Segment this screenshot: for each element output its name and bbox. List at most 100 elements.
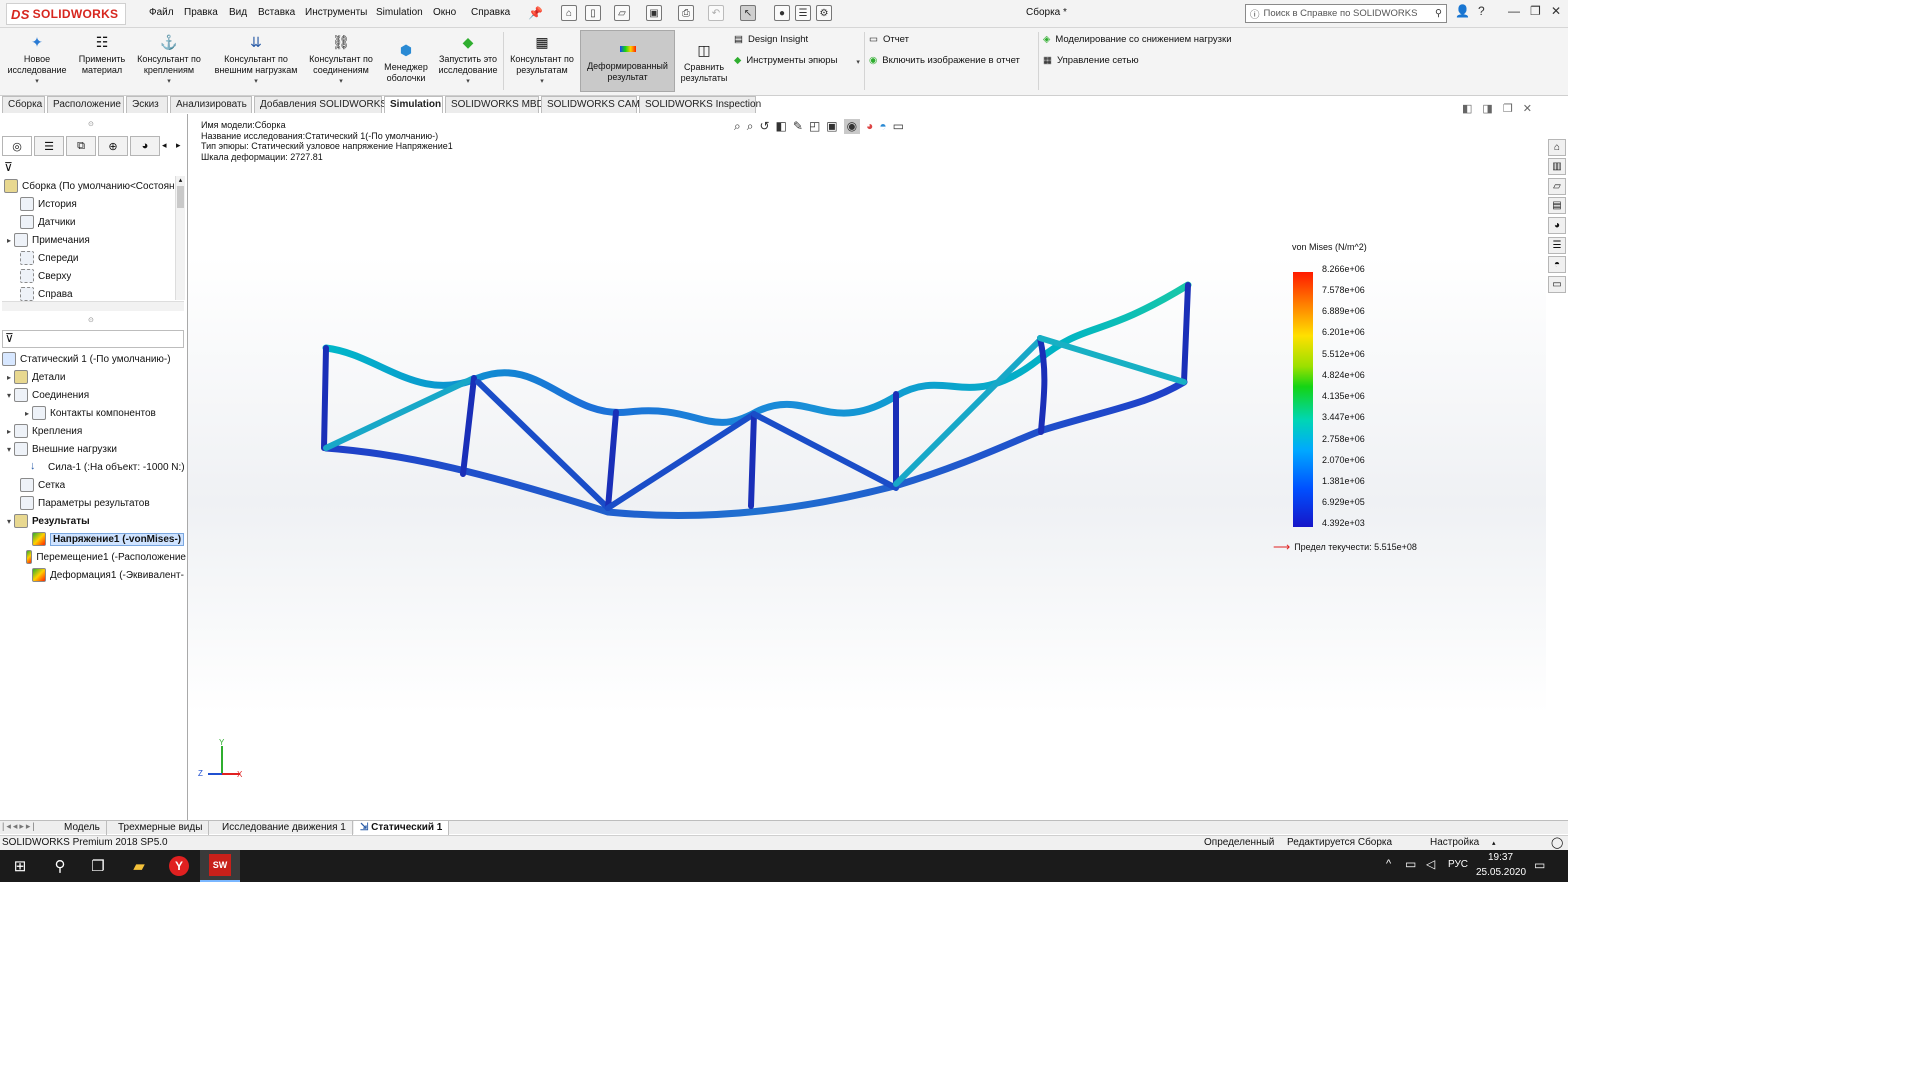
tab-assembly[interactable]: Сборка — [2, 96, 45, 113]
tree-sim-parts[interactable]: ▸ Детали — [4, 368, 65, 386]
rebuild-traffic-light-icon[interactable]: ● — [774, 5, 790, 21]
menu-window[interactable]: Окно — [433, 7, 456, 18]
file-properties-icon[interactable]: ☰ — [795, 5, 811, 21]
display-manager-tab-icon[interactable]: ◕ — [130, 136, 160, 156]
save-icon[interactable]: ▣ — [646, 5, 662, 21]
submodeling-button[interactable]: ◈ Моделирование со снижением нагрузки — [1043, 34, 1232, 45]
filter-icon[interactable]: ⊽ — [4, 160, 13, 174]
help-balloon-icon[interactable]: ◯ — [1551, 836, 1563, 849]
solidworks-logo[interactable]: DS SOLIDWORKS — [6, 3, 126, 25]
include-image-in-report-button[interactable]: ◉ Включить изображение в отчет — [869, 55, 1020, 66]
tree-sim-displacement1[interactable]: Перемещение1 (-Расположение — [22, 548, 186, 566]
configurationmanager-tab-icon[interactable]: ⧉ — [66, 136, 96, 156]
tree-sim-component-contacts[interactable]: ▸ Контакты компонентов — [22, 404, 156, 422]
dropdown-arrow-icon[interactable]: ▾ — [254, 77, 258, 88]
tab-scroll-right-icon[interactable]: ▸ — [176, 140, 181, 151]
collapse-arrow-icon[interactable]: ▾ — [4, 391, 14, 400]
task-view-icon[interactable]: ❐ — [78, 850, 118, 882]
design-library-icon[interactable]: ▥ — [1548, 158, 1566, 175]
tab-solidworks-inspection[interactable]: SOLIDWORKS Inspection — [639, 96, 761, 113]
tree-vertical-scrollbar[interactable]: ▴ — [175, 176, 185, 300]
clock-time[interactable]: 19:37 — [1488, 852, 1513, 863]
solidworks-taskbar-icon[interactable]: SW — [200, 850, 240, 882]
tree-sim-mesh[interactable]: Сетка — [10, 476, 65, 494]
tree-root-assembly[interactable]: Сборка (По умолчанию<Состоян — [0, 177, 176, 195]
apply-material-button[interactable]: ☷ Применить материал — [74, 32, 130, 75]
open-file-icon[interactable]: ▱ — [614, 5, 630, 21]
tree-sim-external-loads[interactable]: ▾ Внешние нагрузки — [4, 440, 117, 458]
options-gear-icon[interactable]: ⚙ — [816, 5, 832, 21]
menu-simulation[interactable]: Simulation — [376, 7, 423, 18]
minimize-icon[interactable]: — — [1508, 4, 1520, 18]
search-icon[interactable]: ⚲ — [40, 850, 80, 882]
tab-solidworks-mbd[interactable]: SOLIDWORKS MBD — [445, 96, 544, 113]
compare-results-button[interactable]: ◫ Сравнить результаты — [678, 40, 730, 83]
fixtures-advisor-button[interactable]: ⚓ Консультант по креплениям ▾ — [132, 32, 206, 88]
select-cursor-icon[interactable]: ↖ — [740, 5, 756, 21]
menu-insert[interactable]: Вставка — [258, 7, 295, 18]
dropdown-arrow-icon[interactable]: ▾ — [35, 77, 39, 88]
tab-scroll-left-icon[interactable]: ◂ — [162, 140, 167, 151]
pin-icon[interactable]: 📌 — [528, 6, 543, 20]
windows-start-icon[interactable]: ⊞ — [0, 850, 40, 882]
tab-solidworks-cam[interactable]: SOLIDWORKS CAM — [541, 96, 640, 113]
tree-sim-fixtures[interactable]: ▸ Крепления — [4, 422, 82, 440]
new-document-icon[interactable]: ▯ — [585, 5, 601, 21]
tree-sim-force-1[interactable]: ↓ Сила-1 (:На объект: -1000 N:) — [30, 458, 186, 476]
menu-tools[interactable]: Инструменты — [305, 7, 367, 18]
menu-view[interactable]: Вид — [229, 7, 247, 18]
feedback-icon[interactable]: ▭ — [1548, 276, 1566, 293]
dropdown-arrow-icon[interactable]: ▾ — [339, 77, 343, 88]
user-account-icon[interactable]: 👤 — [1455, 4, 1470, 18]
solidworks-resources-icon[interactable]: ⌂ — [1548, 139, 1566, 156]
menu-edit[interactable]: Правка — [184, 7, 218, 18]
tab-3d-views[interactable]: Трехмерные виды — [112, 821, 210, 835]
solidworks-forum-icon[interactable]: ◓ — [1548, 256, 1566, 273]
restore-window-icon[interactable]: ❐ — [1530, 4, 1541, 18]
collapse-arrow-icon[interactable]: ▾ — [4, 517, 14, 526]
tree-sim-results[interactable]: ▾ Результаты — [4, 512, 90, 530]
appearances-icon[interactable]: ◕ — [1548, 217, 1566, 234]
design-insight-button[interactable]: ▤ Design Insight — [734, 34, 808, 45]
menu-help[interactable]: Справка — [471, 7, 510, 18]
tree-item-front-plane[interactable]: Спереди — [10, 249, 79, 267]
view-palette-icon[interactable]: ▤ — [1548, 197, 1566, 214]
yandex-browser-icon[interactable]: Y — [159, 850, 199, 882]
input-language-label[interactable]: РУС — [1448, 859, 1468, 870]
tab-model[interactable]: Модель — [58, 821, 107, 835]
tray-overflow-icon[interactable]: ^ — [1386, 858, 1391, 870]
featuremanager-tab-icon[interactable]: ◎ — [2, 136, 32, 156]
print-icon[interactable]: ⎙ — [678, 5, 694, 21]
network-icon[interactable]: ▭ — [1405, 857, 1416, 871]
tab-simulation[interactable]: Simulation — [384, 96, 443, 113]
new-study-button[interactable]: ✦ Новое исследование ▾ — [4, 32, 70, 88]
tab-motion-study[interactable]: Исследование движения 1 — [216, 821, 353, 835]
tree-sim-result-options[interactable]: Параметры результатов — [10, 494, 150, 512]
tab-solidworks-addins[interactable]: Добавления SOLIDWORKS — [254, 96, 387, 113]
truss-stress-plot[interactable] — [188, 114, 1546, 820]
tree-item-top-plane[interactable]: Сверху — [10, 267, 71, 285]
shell-manager-button[interactable]: ⬢ Менеджер оболочки — [380, 40, 432, 83]
deformed-result-button[interactable]: Деформированный результат — [580, 30, 675, 92]
tree-sim-stress1[interactable]: Напряжение1 (-vonMises-) — [22, 530, 186, 548]
help-search-input[interactable]: ⓘ Поиск в Справке по SOLIDWORKS ⚲ — [1245, 4, 1447, 23]
mesh-control-button[interactable]: ▦ Управление сетью — [1043, 55, 1139, 66]
tree-sim-study[interactable]: Статический 1 (-По умолчанию-) — [2, 350, 171, 368]
tree-item-sensors[interactable]: Датчики — [10, 213, 75, 231]
home-icon[interactable]: ⌂ — [561, 5, 577, 21]
close-window-icon[interactable]: ✕ — [1551, 4, 1561, 18]
help-question-icon[interactable]: ? — [1478, 4, 1485, 18]
tab-evaluate[interactable]: Анализировать — [170, 96, 252, 113]
expand-arrow-icon[interactable]: ▸ — [4, 236, 14, 245]
sim-filter-icon[interactable]: ⊽ — [2, 330, 184, 348]
expand-arrow-icon[interactable]: ▸ — [22, 409, 32, 418]
dropdown-arrow-icon[interactable]: ▾ — [856, 58, 860, 66]
expand-arrow-icon[interactable]: ▸ — [4, 373, 14, 382]
panel-splitter-handle[interactable]: ⊙ — [88, 120, 94, 128]
undo-icon[interactable]: ↶ — [708, 5, 724, 21]
plot-tools-button[interactable]: ◆ Инструменты эпюры ▾ — [734, 55, 860, 66]
notifications-icon[interactable]: ▭ — [1534, 858, 1545, 872]
panel-splitter-handle[interactable]: ⊙ — [88, 316, 94, 324]
tree-sim-connections[interactable]: ▾ Соединения — [4, 386, 89, 404]
tree-sim-strain1[interactable]: Деформация1 (-Эквивалент- — [22, 566, 186, 584]
